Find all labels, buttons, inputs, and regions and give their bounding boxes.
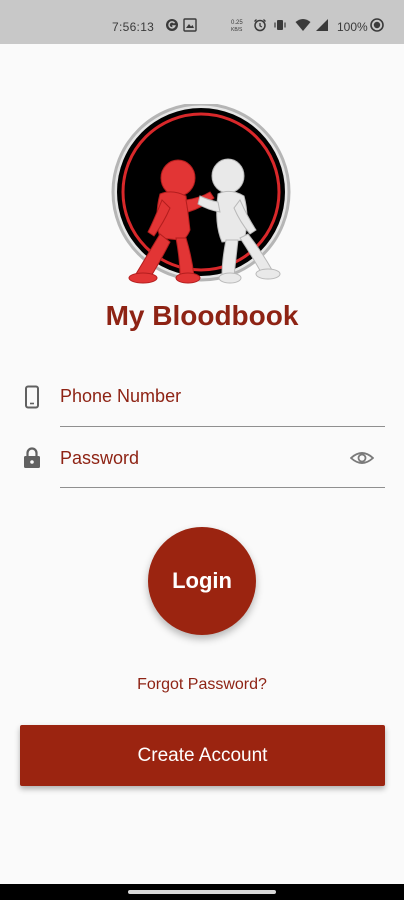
phone-number-input[interactable]: Phone Number — [60, 386, 181, 407]
create-account-button[interactable]: Create Account — [20, 725, 385, 786]
wifi-icon — [295, 19, 311, 31]
alarm-icon — [254, 19, 266, 32]
battery-text: 100% — [337, 20, 368, 34]
photo-icon — [183, 18, 197, 32]
circle-g-icon — [166, 19, 178, 31]
svg-text:0.25: 0.25 — [231, 20, 243, 26]
vibrate-icon — [274, 20, 286, 30]
phone-underline — [60, 426, 385, 427]
status-bar: 7:56:13 0.25 KB/S 100% — [0, 0, 404, 44]
app-logo — [111, 104, 291, 284]
login-button[interactable]: Login — [148, 527, 256, 635]
eye-icon[interactable] — [350, 448, 374, 468]
password-input[interactable]: Password — [60, 448, 139, 469]
phone-icon — [25, 385, 39, 409]
app-title: My Bloodbook — [105, 300, 299, 331]
data-speed-icon: 0.25 KB/S — [231, 20, 243, 33]
lock-icon — [24, 447, 40, 468]
svg-text:KB/S: KB/S — [231, 27, 243, 33]
battery-icon — [370, 18, 384, 32]
home-handle[interactable] — [128, 890, 276, 894]
forgot-password-link[interactable]: Forgot Password? — [0, 676, 404, 694]
password-underline — [60, 487, 385, 488]
navigation-bar — [0, 884, 404, 900]
signal-icon — [316, 19, 328, 31]
status-time: 7:56:13 — [112, 20, 155, 34]
